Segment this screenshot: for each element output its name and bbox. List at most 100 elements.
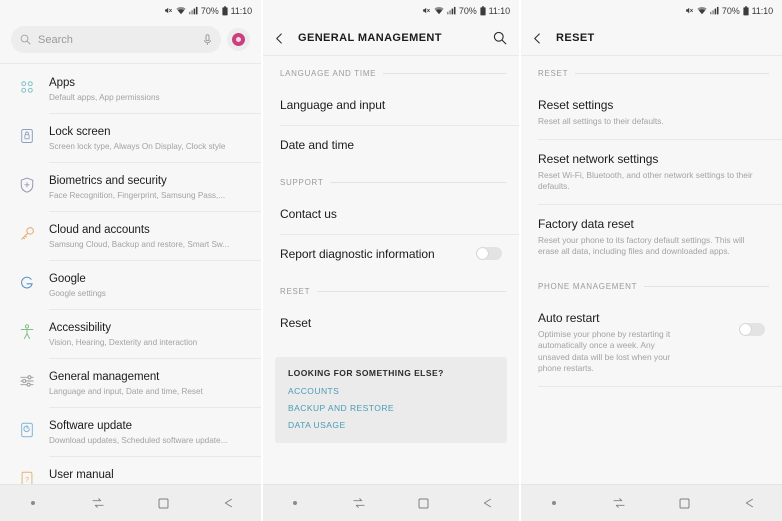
- mute-icon: [422, 6, 431, 15]
- back-chevron-icon[interactable]: [273, 32, 293, 45]
- reset-content[interactable]: RESET Reset settings Reset all settings …: [521, 56, 782, 484]
- clock-label: 11:10: [230, 5, 252, 16]
- sidebar-item-label: Apps: [49, 77, 76, 89]
- wifi-icon: [697, 6, 707, 15]
- task-switch-icon[interactable]: [586, 496, 651, 510]
- home-icon[interactable]: [391, 497, 455, 510]
- sidebar-item-user-manual[interactable]: ? User manual User manual: [0, 456, 261, 484]
- list-item-report-diagnostic-information[interactable]: Report diagnostic information: [263, 234, 519, 274]
- task-switch-icon[interactable]: [65, 496, 130, 510]
- clock-label: 11:10: [751, 5, 773, 16]
- section-header-phone-management: PHONE MANAGEMENT: [521, 269, 782, 298]
- page-title: GENERAL MANAGEMENT: [298, 32, 442, 44]
- navigation-bar-general-management[interactable]: [263, 484, 519, 521]
- sidebar-item-google[interactable]: Google Google settings: [0, 260, 261, 309]
- report-diagnostic-toggle[interactable]: [476, 247, 502, 260]
- sidebar-item-label: User manual: [49, 469, 114, 481]
- list-item-auto-restart[interactable]: Auto restart Optimise your phone by rest…: [521, 298, 782, 386]
- bixby-vision-icon[interactable]: [227, 28, 250, 51]
- section-header-language-and-time: LANGUAGE AND TIME: [263, 56, 519, 85]
- sidebar-item-sublabel: Screen lock type, Always On Display, Clo…: [49, 142, 226, 151]
- back-chevron-icon[interactable]: [531, 32, 551, 45]
- list-item-reset[interactable]: Reset: [263, 303, 519, 343]
- item-subtitle: Reset all settings to their defaults.: [538, 116, 664, 126]
- list-item-date-and-time[interactable]: Date and time: [263, 125, 519, 165]
- signal-icon: [446, 6, 456, 15]
- item-subtitle: Optimise your phone by restarting it aut…: [538, 328, 671, 374]
- list-item-factory-data-reset[interactable]: Factory data reset Reset your phone to i…: [521, 203, 782, 269]
- sidebar-item-accessibility[interactable]: Accessibility Vision, Hearing, Dexterity…: [0, 309, 261, 358]
- sidebar-item-cloud-and-accounts[interactable]: Cloud and accounts Samsung Cloud, Backup…: [0, 211, 261, 260]
- sidebar-item-lock-screen[interactable]: Lock screen Screen lock type, Always On …: [0, 113, 261, 162]
- accessibility-person-icon: [14, 319, 40, 345]
- item-title: Language and input: [280, 98, 386, 112]
- item-title: Reset settings: [538, 98, 614, 112]
- link-data-usage[interactable]: DATA USAGE: [288, 420, 494, 430]
- sidebar-item-sublabel: Vision, Hearing, Dexterity and interacti…: [49, 338, 198, 347]
- section-header-support: SUPPORT: [263, 165, 519, 194]
- sidebar-item-sublabel: Default apps, App permissions: [49, 93, 160, 102]
- google-g-icon: [14, 270, 40, 296]
- auto-restart-toggle[interactable]: [739, 322, 765, 336]
- settings-list[interactable]: Apps Default apps, App permissions Lock …: [0, 64, 261, 484]
- sidebar-item-biometrics-and-security[interactable]: Biometrics and security Face Recognition…: [0, 162, 261, 211]
- search-icon[interactable]: [487, 31, 507, 45]
- svg-text:?: ?: [25, 475, 29, 484]
- app-bar-general-management: GENERAL MANAGEMENT: [263, 21, 519, 55]
- list-item-contact-us[interactable]: Contact us: [263, 194, 519, 234]
- apps-grid-icon: [14, 74, 40, 100]
- microphone-icon[interactable]: [203, 33, 212, 46]
- battery-percent-label: 70%: [200, 5, 219, 16]
- section-label: PHONE MANAGEMENT: [538, 281, 638, 291]
- wifi-icon: [176, 6, 186, 15]
- recents-dot-icon[interactable]: [521, 501, 586, 505]
- search-placeholder: Search: [38, 33, 73, 46]
- back-icon[interactable]: [717, 496, 782, 510]
- list-item-reset-settings[interactable]: Reset settings Reset all settings to the…: [521, 85, 782, 139]
- list-item-reset-network-settings[interactable]: Reset network settings Reset Wi-Fi, Blue…: [521, 138, 782, 204]
- sidebar-item-sublabel: Samsung Cloud, Backup and restore, Smart…: [49, 240, 230, 249]
- item-title: Reset: [280, 316, 312, 330]
- sidebar-item-label: Biometrics and security: [49, 175, 167, 187]
- battery-icon: [222, 5, 228, 16]
- task-switch-icon[interactable]: [327, 496, 391, 510]
- phone-screen-reset: 70% 11:10 RESET RESET Reset settings Res…: [521, 0, 782, 521]
- recents-dot-icon[interactable]: [263, 501, 327, 505]
- three-screenshot-strip: 70% 11:10 Search Apps Default apps, App …: [0, 0, 782, 521]
- recents-dot-icon[interactable]: [0, 501, 65, 505]
- general-management-content[interactable]: LANGUAGE AND TIME Language and input Dat…: [263, 56, 519, 484]
- item-subtitle: Reset your phone to its factory default …: [538, 234, 745, 257]
- question-manual-icon: ?: [14, 466, 40, 484]
- sidebar-item-apps[interactable]: Apps Default apps, App permissions: [0, 64, 261, 113]
- section-label: RESET: [538, 69, 569, 78]
- list-item-language-and-input[interactable]: Language and input: [263, 85, 519, 125]
- mute-icon: [164, 6, 173, 15]
- navigation-bar-settings[interactable]: [0, 484, 261, 521]
- signal-icon: [188, 6, 198, 15]
- link-backup-and-restore[interactable]: BACKUP AND RESTORE: [288, 403, 494, 413]
- sidebar-item-general-management[interactable]: General management Language and input, D…: [0, 358, 261, 407]
- sidebar-item-software-update[interactable]: Software update Download updates, Schedu…: [0, 407, 261, 456]
- item-title: Factory data reset: [538, 216, 634, 231]
- link-accounts[interactable]: ACCOUNTS: [288, 386, 494, 396]
- phone-screen-settings: 70% 11:10 Search Apps Default apps, App …: [0, 0, 261, 521]
- back-icon[interactable]: [455, 496, 519, 510]
- sidebar-item-label: Google: [49, 273, 86, 285]
- section-header-reset: RESET: [263, 274, 519, 303]
- search-icon: [20, 34, 31, 45]
- back-icon[interactable]: [196, 496, 261, 510]
- clock-label: 11:10: [488, 5, 510, 16]
- lock-icon: [14, 123, 40, 149]
- home-icon[interactable]: [131, 497, 196, 510]
- sidebar-item-sublabel: Language and input, Date and time, Reset: [49, 387, 203, 396]
- sidebar-item-label: General management: [49, 371, 160, 383]
- home-icon[interactable]: [652, 497, 717, 510]
- sidebar-item-label: Cloud and accounts: [49, 224, 150, 236]
- status-bar-settings: 70% 11:10: [0, 0, 261, 21]
- section-label: LANGUAGE AND TIME: [280, 69, 377, 78]
- sidebar-item-sublabel: Face Recognition, Fingerprint, Samsung P…: [49, 191, 226, 200]
- navigation-bar-reset[interactable]: [521, 484, 782, 521]
- search-input[interactable]: Search: [11, 26, 221, 53]
- wifi-icon: [434, 6, 444, 15]
- settings-search-header: Search: [0, 21, 261, 63]
